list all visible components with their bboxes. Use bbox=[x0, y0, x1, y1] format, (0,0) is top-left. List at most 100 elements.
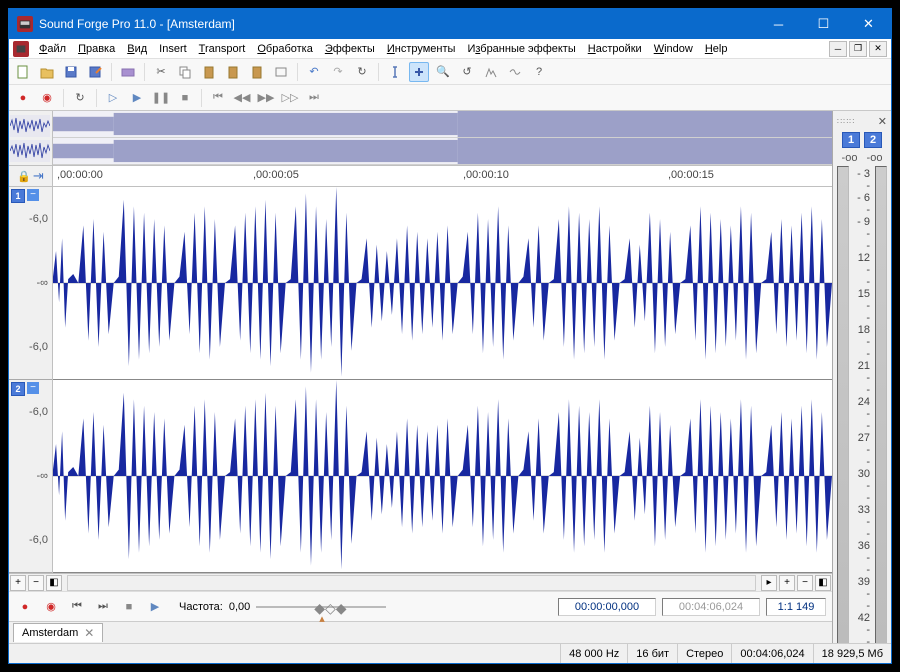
menu-file[interactable]: Файл bbox=[33, 41, 72, 57]
scroll-right[interactable]: ▸ bbox=[761, 575, 777, 591]
waveform-svg-2 bbox=[53, 380, 832, 572]
menu-help[interactable]: Help bbox=[699, 41, 734, 57]
loop-button[interactable]: ↻ bbox=[70, 88, 90, 108]
zoom-tool[interactable]: 🔍 bbox=[433, 62, 453, 82]
new-button[interactable] bbox=[13, 62, 33, 82]
record-arm-button[interactable]: ◉ bbox=[37, 88, 57, 108]
tracks-waveform[interactable] bbox=[53, 187, 832, 573]
level-icon[interactable]: ◧ bbox=[46, 575, 62, 591]
vzoom-out[interactable]: − bbox=[28, 575, 44, 591]
channel-collapse-2[interactable]: − bbox=[27, 382, 39, 394]
zoom-ratio[interactable]: 1:1 149 bbox=[766, 598, 826, 616]
menu-window[interactable]: Window bbox=[648, 41, 699, 57]
channel-badge-2[interactable]: 2 bbox=[11, 382, 25, 396]
status-storage[interactable]: 18 929,5 Мб bbox=[813, 644, 891, 663]
play-button[interactable]: ▶ bbox=[127, 88, 147, 108]
channel-badge-1[interactable]: 1 bbox=[11, 189, 25, 203]
track-header-1[interactable]: 1 − -6,0 -∞ -6,0 bbox=[9, 187, 52, 380]
time-position[interactable]: 00:00:00,000 bbox=[558, 598, 656, 616]
menu-options[interactable]: Настройки bbox=[582, 41, 648, 57]
close-button[interactable]: ✕ bbox=[846, 9, 891, 39]
record-button[interactable]: ● bbox=[13, 88, 33, 108]
stop-button[interactable]: ■ bbox=[175, 88, 195, 108]
mdi-restore[interactable]: ❐ bbox=[849, 41, 867, 57]
menu-view[interactable]: Вид bbox=[121, 41, 153, 57]
meter-ch1-badge[interactable]: 1 bbox=[842, 132, 860, 148]
help-button[interactable]: ? bbox=[529, 62, 549, 82]
status-length[interactable]: 00:04:06,024 bbox=[731, 644, 812, 663]
mix-button[interactable] bbox=[247, 62, 267, 82]
paste-new-button[interactable] bbox=[223, 62, 243, 82]
waveform-channel-2[interactable] bbox=[53, 380, 832, 573]
timeline-scale[interactable]: ,00:00:00 ,00:00:05 ,00:00:10 ,00:00:15 bbox=[53, 166, 832, 186]
h-scrollbar[interactable] bbox=[67, 575, 756, 591]
maximize-button[interactable]: ☐ bbox=[801, 9, 846, 39]
overview-waveform[interactable] bbox=[53, 111, 832, 165]
waveform-channel-1[interactable] bbox=[53, 187, 832, 380]
separator bbox=[96, 89, 97, 107]
minimize-button[interactable]: ─ bbox=[756, 9, 801, 39]
skip-button[interactable]: ▷▷ bbox=[280, 88, 300, 108]
menu-favorites[interactable]: Избранные эффекты bbox=[461, 41, 581, 57]
time-length[interactable]: 00:04:06,024 bbox=[662, 598, 760, 616]
status-channels[interactable]: Стерео bbox=[677, 644, 731, 663]
trim-button[interactable] bbox=[271, 62, 291, 82]
play-all-button[interactable]: ▷ bbox=[103, 88, 123, 108]
magnify-tool[interactable] bbox=[409, 62, 429, 82]
mdi-minimize[interactable]: ─ bbox=[829, 41, 847, 57]
meter-close-icon[interactable]: ✕ bbox=[878, 115, 887, 128]
titlebar[interactable]: Sound Forge Pro 11.0 - [Amsterdam] ─ ☐ ✕ bbox=[9, 9, 891, 39]
rewind-button[interactable]: ◀◀ bbox=[232, 88, 252, 108]
paste-button[interactable] bbox=[199, 62, 219, 82]
save-button[interactable] bbox=[61, 62, 81, 82]
hzoom-out[interactable]: − bbox=[797, 575, 813, 591]
edit-tool[interactable] bbox=[385, 62, 405, 82]
meter-bar-1[interactable] bbox=[837, 166, 849, 643]
menu-tools[interactable]: Инструменты bbox=[381, 41, 462, 57]
vzoom-in[interactable]: + bbox=[10, 575, 26, 591]
menu-effects[interactable]: Эффекты bbox=[319, 41, 381, 57]
record-button-2[interactable]: ● bbox=[15, 597, 35, 617]
snap-icon[interactable]: ⇥ bbox=[33, 168, 44, 184]
cut-button[interactable]: ✂ bbox=[151, 62, 171, 82]
go-end-2[interactable]: ⏭ bbox=[93, 597, 113, 617]
repeat-button[interactable]: ↻ bbox=[352, 62, 372, 82]
play-2[interactable]: ▶ bbox=[145, 597, 165, 617]
zoom-fit[interactable]: ◧ bbox=[815, 575, 831, 591]
track-header-2[interactable]: 2 − -6,0 -∞ -6,0 bbox=[9, 380, 52, 573]
redo-button[interactable]: ↷ bbox=[328, 62, 348, 82]
go-end-button[interactable]: ⏭ bbox=[304, 88, 324, 108]
forward-button[interactable]: ▶▶ bbox=[256, 88, 276, 108]
pencil-tool[interactable]: ↺ bbox=[457, 62, 477, 82]
meter-ch2-badge[interactable]: 2 bbox=[864, 132, 882, 148]
hzoom-in[interactable]: + bbox=[779, 575, 795, 591]
lock-icon[interactable]: 🔒 bbox=[17, 170, 31, 183]
go-start-button[interactable]: ⏮ bbox=[208, 88, 228, 108]
record-arm-2[interactable]: ◉ bbox=[41, 597, 61, 617]
meter-bar-2[interactable] bbox=[875, 166, 887, 643]
menu-process[interactable]: Обработка bbox=[251, 41, 318, 57]
scale-label: -6,0 bbox=[29, 534, 48, 546]
time-ruler[interactable]: 🔒 ⇥ ,00:00:00 ,00:00:05 ,00:00:10 ,00:00… bbox=[9, 165, 832, 187]
pause-button[interactable]: ❚❚ bbox=[151, 88, 171, 108]
saveas-button[interactable] bbox=[85, 62, 105, 82]
grip-icon[interactable]: ∷∷∷ bbox=[837, 117, 855, 126]
file-tab-amsterdam[interactable]: Amsterdam ✕ bbox=[13, 623, 103, 642]
envelope-tool[interactable] bbox=[505, 62, 525, 82]
copy-button[interactable] bbox=[175, 62, 195, 82]
event-tool[interactable] bbox=[481, 62, 501, 82]
undo-button[interactable]: ↶ bbox=[304, 62, 324, 82]
menu-insert[interactable]: Insert bbox=[153, 41, 193, 57]
mdi-close[interactable]: ✕ bbox=[869, 41, 887, 57]
stop-2[interactable]: ■ bbox=[119, 597, 139, 617]
open-button[interactable] bbox=[37, 62, 57, 82]
channel-collapse-1[interactable]: − bbox=[27, 189, 39, 201]
render-button[interactable] bbox=[118, 62, 138, 82]
status-samplerate[interactable]: 48 000 Hz bbox=[560, 644, 627, 663]
menu-edit[interactable]: Правка bbox=[72, 41, 121, 57]
rate-slider[interactable]: ◆◇◆ ▴ bbox=[256, 598, 386, 616]
status-bitdepth[interactable]: 16 бит bbox=[627, 644, 677, 663]
close-tab-icon[interactable]: ✕ bbox=[84, 626, 94, 640]
menu-transport[interactable]: Transport bbox=[193, 41, 252, 57]
go-start-2[interactable]: ⏮ bbox=[67, 597, 87, 617]
